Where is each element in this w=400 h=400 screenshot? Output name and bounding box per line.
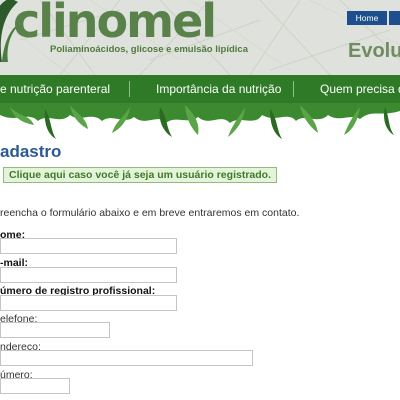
logo-tagline: Poliaminoácidos, glicose e emulsão lipíd… xyxy=(50,44,248,55)
logo-wordmark[interactable]: clinomel xyxy=(13,0,217,48)
nome-input[interactable] xyxy=(0,238,177,254)
site-header: clinomel Poliaminoácidos, glicose e emul… xyxy=(0,0,400,75)
registro-input[interactable] xyxy=(0,295,177,311)
email-input[interactable] xyxy=(0,267,177,283)
telefone-input[interactable] xyxy=(0,322,110,338)
form-intro-text: reencha o formulário abaixo e em breve e… xyxy=(0,207,300,219)
header-slogan: Evoluçã xyxy=(348,40,400,62)
main-nav: e nutrição parenteral Importância da nut… xyxy=(0,75,400,103)
numero-input[interactable] xyxy=(0,378,70,394)
leaves-decoration xyxy=(0,103,400,139)
endereco-input[interactable] xyxy=(0,350,253,366)
nav-divider xyxy=(129,81,130,97)
top-link-2[interactable] xyxy=(389,11,400,25)
page-title: adastro xyxy=(0,142,62,161)
nav-divider xyxy=(293,81,294,97)
top-links: Home xyxy=(347,11,400,25)
nav-item-nutricao-parenteral[interactable]: e nutrição parenteral xyxy=(0,82,110,96)
nav-item-quem-precisa[interactable]: Quem precisa d xyxy=(320,82,400,96)
home-link[interactable]: Home xyxy=(347,11,387,25)
nav-item-importancia-nutricao[interactable]: Importância da nutrição xyxy=(156,82,281,96)
registered-user-link[interactable]: Clique aqui caso você já seja um usuário… xyxy=(3,167,277,183)
